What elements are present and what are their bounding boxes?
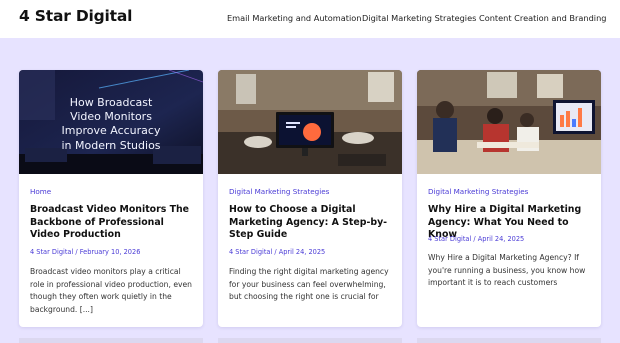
post-card-partial [417, 338, 601, 343]
nav-item-digital-marketing[interactable]: Digital Marketing Strategies [362, 13, 476, 23]
post-excerpt: Why Hire a Digital Marketing Agency? If … [428, 253, 586, 288]
site-title[interactable]: 4 Star Digital [19, 7, 132, 25]
post-thumbnail[interactable] [218, 70, 402, 174]
post-category[interactable]: Digital Marketing Strategies [428, 187, 528, 196]
post-title[interactable]: Broadcast Video Monitors The Backbone of… [30, 204, 196, 242]
post-card: Digital Marketing Strategies How to Choo… [218, 70, 402, 327]
thumbnail-caption: How Broadcast Video Monitors Improve Acc… [61, 96, 161, 152]
post-meta[interactable]: 4 Star Digital / February 10, 2026 [30, 248, 140, 256]
site-header: 4 Star Digital Email Marketing and Autom… [0, 0, 620, 38]
post-thumbnail[interactable] [417, 70, 601, 174]
post-meta[interactable]: 4 Star Digital / April 24, 2025 [229, 248, 325, 256]
post-card-partial [19, 338, 203, 343]
post-card: Digital Marketing Strategies Why Hire a … [417, 70, 601, 327]
nav-item-content-creation[interactable]: Content Creation and Branding [479, 13, 606, 23]
post-excerpt: Broadcast video monitors play a critical… [30, 267, 192, 314]
post-excerpt: Finding the right digital marketing agen… [229, 267, 389, 302]
post-meta[interactable]: 4 Star Digital / April 24, 2025 [428, 235, 524, 243]
post-card: How Broadcast Video Monitors Improve Acc… [19, 70, 203, 327]
post-title[interactable]: How to Choose a Digital Marketing Agency… [229, 204, 395, 242]
post-thumbnail[interactable]: How Broadcast Video Monitors Improve Acc… [19, 70, 203, 174]
nav-item-email-marketing[interactable]: Email Marketing and Automation [227, 13, 361, 23]
post-category[interactable]: Home [30, 187, 51, 196]
post-card-partial [218, 338, 402, 343]
post-category[interactable]: Digital Marketing Strategies [229, 187, 329, 196]
